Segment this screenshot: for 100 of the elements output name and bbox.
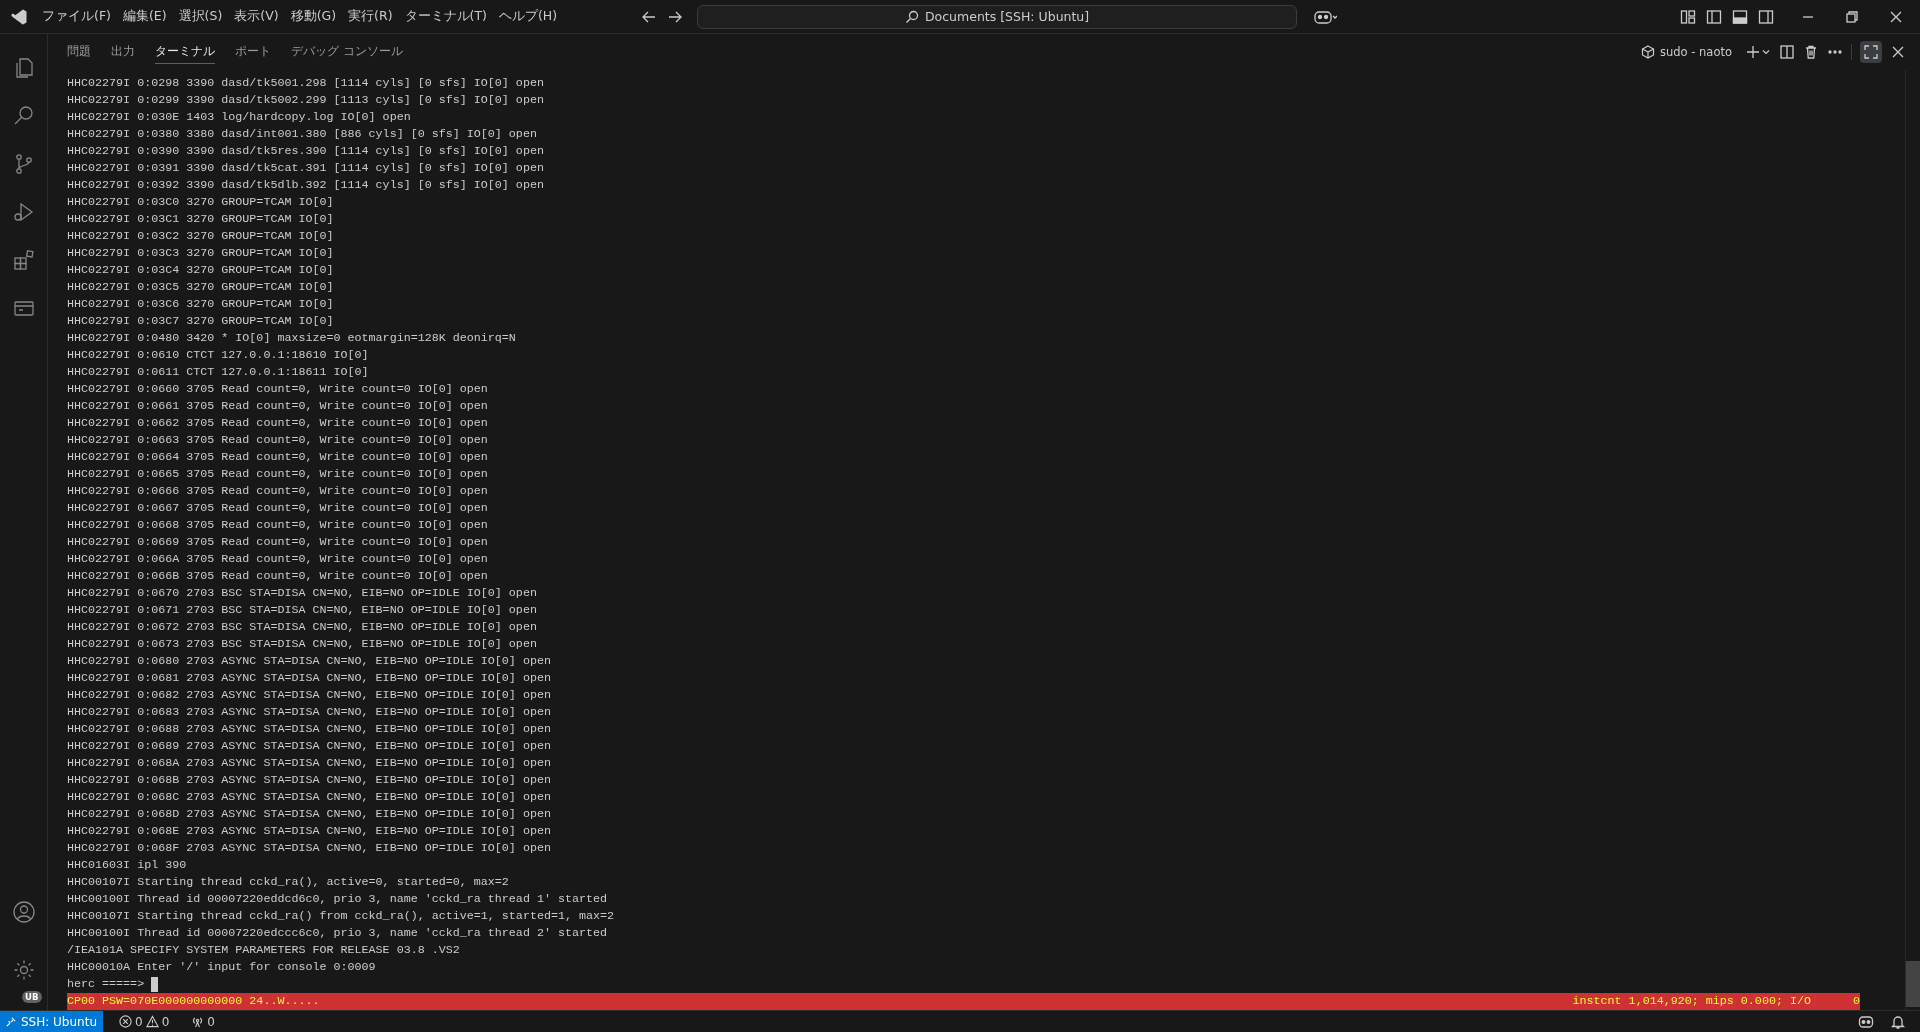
terminal-line: HHC02279I 0:0392 3390 dasd/tk5dlb.392 [1114 cyls] [0 sfs] IO[0] open xyxy=(67,177,545,194)
terminal-line: HHC02279I 0:03C6 3270 GROUP=TCAM IO[0] xyxy=(67,296,335,313)
menu-item[interactable]: ファイル(F) xyxy=(36,4,117,29)
sidebar-toggle-icon[interactable] xyxy=(1706,8,1722,25)
trash-icon[interactable] xyxy=(1803,44,1819,60)
terminal-line: HHC00010A Enter '/' input for console 0:0009 xyxy=(67,959,377,976)
terminal-line: HHC02279I 0:0661 3705 Read count=0, Write count=0 IO[0] open xyxy=(67,398,489,415)
maximize-panel-button[interactable] xyxy=(1860,41,1882,63)
menu-item[interactable]: 編集(E) xyxy=(116,4,173,29)
panel-tab[interactable]: ポート xyxy=(235,40,271,64)
menu-item[interactable]: 選択(S) xyxy=(172,4,229,29)
menu-item[interactable]: ターミナル(T) xyxy=(398,4,493,29)
text-cursor xyxy=(151,977,159,992)
terminal-line: HHC00107I Starting thread cckd_ra(), active=0, started=0, max=2 xyxy=(67,874,510,891)
scrollbar-thumb[interactable] xyxy=(1906,961,1920,1007)
warning-icon xyxy=(145,1015,159,1028)
terminal-line: HHC02279I 0:068F 2703 ASYNC STA=DISA CN=NO, EIB=NO OP=IDLE IO[0] open xyxy=(67,840,552,857)
terminal-line: HHC02279I 0:0665 3705 Read count=0, Write count=0 IO[0] open xyxy=(67,466,489,483)
terminal-line: HHC02279I 0:068E 2703 ASYNC STA=DISA CN=NO, EIB=NO OP=IDLE IO[0] open xyxy=(67,823,552,840)
terminal-line: HHC02279I 0:0672 2703 BSC STA=DISA CN=NO, EIB=NO OP=IDLE IO[0] open xyxy=(67,619,538,636)
error-icon xyxy=(119,1015,132,1028)
antenna-icon xyxy=(191,1015,205,1028)
terminal-line: HHC02279I 0:0682 2703 ASYNC STA=DISA CN=NO, EIB=NO OP=IDLE IO[0] open xyxy=(67,687,552,704)
menu-item[interactable]: 表示(V) xyxy=(228,4,285,29)
copilot-icon[interactable] xyxy=(1313,8,1338,25)
terminal-line: HHC00100I Thread id 00007220eddcd6c0, prio 3, name 'cckd_ra thread 1' started xyxy=(67,891,609,908)
terminal-line: HHC02279I 0:0380 3380 dasd/int001.380 [886 cyls] [0 sfs] IO[0] open xyxy=(67,126,538,143)
close-icon[interactable] xyxy=(1890,44,1906,60)
terminal-line: HHC02279I 0:03C3 3270 GROUP=TCAM IO[0] xyxy=(67,245,335,262)
terminal-line: HHC02279I 0:0660 3705 Read count=0, Write count=0 IO[0] open xyxy=(67,381,489,398)
menu-item[interactable]: 実行(R) xyxy=(342,4,399,29)
bell-icon[interactable] xyxy=(1890,1013,1906,1030)
terminal-line: HHC02279I 0:068A 2703 ASYNC STA=DISA CN=NO, EIB=NO OP=IDLE IO[0] open xyxy=(67,755,552,772)
terminal-line: HHC00107I Starting thread cckd_ra() from cckd_ra(), active=1, started=1, max=2 xyxy=(67,908,616,925)
terminal-line: HHC02279I 0:068C 2703 ASYNC STA=DISA CN=NO, EIB=NO OP=IDLE IO[0] open xyxy=(67,789,552,806)
prompt-text: herc =====> xyxy=(67,976,145,993)
command-center-field[interactable]: Documents [SSH: Ubuntu] xyxy=(697,4,1298,29)
terminal-line: HHC02279I 0:0391 3390 dasd/tk5cat.391 [1114 cyls] [0 sfs] IO[0] open xyxy=(67,160,545,177)
terminal-line: HHC02279I 0:0662 3705 Read count=0, Write count=0 IO[0] open xyxy=(67,415,489,432)
restore-icon[interactable] xyxy=(1844,8,1860,25)
terminal-line: HHC02279I 0:03C0 3270 GROUP=TCAM IO[0] xyxy=(67,194,335,211)
terminal-line: HHC02279I 0:066B 3705 Read count=0, Write count=0 IO[0] open xyxy=(67,568,489,585)
terminal-line: HHC02279I 0:03C1 3270 GROUP=TCAM IO[0] xyxy=(67,211,335,228)
panel-tab[interactable]: デバッグ コンソール xyxy=(291,40,403,64)
extensions-icon[interactable] xyxy=(11,248,36,272)
cube-icon xyxy=(1641,45,1655,59)
instruction-count-text: instcnt 1,014,920; mips 0.000; I/O xyxy=(1572,993,1811,1010)
terminal-line: HHC02279I 0:0669 3705 Read count=0, Write count=0 IO[0] open xyxy=(67,534,489,551)
terminal-line: HHC02279I 0:03C7 3270 GROUP=TCAM IO[0] xyxy=(67,313,335,330)
terminal-line: HHC02279I 0:0688 2703 ASYNC STA=DISA CN=NO, EIB=NO OP=IDLE IO[0] open xyxy=(67,721,552,738)
menu-item[interactable]: 移動(G) xyxy=(284,4,343,29)
panel-tab[interactable]: 問題 xyxy=(67,40,91,64)
terminal-line: HHC02279I 0:030E 1403 log/hardcopy.log IO[0] open xyxy=(67,109,412,126)
terminal-line: HHC02279I 0:03C4 3270 GROUP=TCAM IO[0] xyxy=(67,262,335,279)
terminal-line: HHC02279I 0:0683 2703 ASYNC STA=DISA CN=NO, EIB=NO OP=IDLE IO[0] open xyxy=(67,704,552,721)
io-count-text: 0 xyxy=(1853,993,1860,1010)
remote-button[interactable]: SSH: Ubuntu xyxy=(0,1010,103,1032)
account-badge: UB xyxy=(22,991,42,1003)
terminal-line: HHC02279I 0:0668 3705 Read count=0, Write count=0 IO[0] open xyxy=(67,517,489,534)
problems-button[interactable]: 0 0 xyxy=(113,1013,176,1030)
remote-icon xyxy=(6,1015,16,1028)
panel-tab[interactable]: ターミナル xyxy=(155,40,215,64)
menu-item[interactable]: ヘルプ(H) xyxy=(492,4,564,29)
terminal-line: HHC02279I 0:03C2 3270 GROUP=TCAM IO[0] xyxy=(67,228,335,245)
terminal-line: HHC02279I 0:0390 3390 dasd/tk5res.390 [1114 cyls] [0 sfs] IO[0] open xyxy=(67,143,545,160)
ports-button[interactable]: 0 xyxy=(185,1013,221,1030)
terminal-line: HHC02279I 0:0663 3705 Read count=0, Write count=0 IO[0] open xyxy=(67,432,489,449)
terminal-line: HHC02279I 0:0670 2703 BSC STA=DISA CN=NO, EIB=NO OP=IDLE IO[0] open xyxy=(67,585,538,602)
terminal-line: HHC02279I 0:0681 2703 ASYNC STA=DISA CN=NO, EIB=NO OP=IDLE IO[0] open xyxy=(67,670,552,687)
terminal-selector[interactable]: sudo - naoto xyxy=(1635,44,1738,60)
terminal-line: HHC02279I 0:0610 CTCT 127.0.0.1:18610 IO[0] xyxy=(67,347,370,364)
terminal-line: HHC02279I 0:0664 3705 Read count=0, Write count=0 IO[0] open xyxy=(67,449,489,466)
copilot-icon[interactable] xyxy=(1858,1013,1874,1030)
terminal-line: HHC00100I Thread id 00007220edccc6c0, prio 3, name 'cckd_ra thread 2' started xyxy=(67,925,609,942)
panel-toggle-icon[interactable] xyxy=(1732,8,1748,25)
search-icon xyxy=(904,9,919,24)
terminal-line: HHC02279I 0:0667 3705 Read count=0, Write count=0 IO[0] open xyxy=(67,500,489,517)
caret-icon xyxy=(1761,47,1771,57)
terminal-line: /IEA101A SPECIFY SYSTEM PARAMETERS FOR RELEASE 03.8 .VS2 xyxy=(67,942,461,959)
terminal-line: HHC01603I ipl 390 xyxy=(67,857,188,874)
terminal-line: HHC02279I 0:0673 2703 BSC STA=DISA CN=NO, EIB=NO OP=IDLE IO[0] open xyxy=(67,636,538,653)
terminal-line: HHC02279I 0:066A 3705 Read count=0, Write count=0 IO[0] open xyxy=(67,551,489,568)
new-terminal-button[interactable] xyxy=(1746,45,1771,59)
terminal-line: HHC02279I 0:0689 2703 ASYNC STA=DISA CN=NO, EIB=NO OP=IDLE IO[0] open xyxy=(67,738,552,755)
secondary-sidebar-icon[interactable] xyxy=(1758,8,1774,25)
terminal-line: HHC02279I 0:068B 2703 ASYNC STA=DISA CN=NO, EIB=NO OP=IDLE IO[0] open xyxy=(67,772,552,789)
terminal-line: HHC02279I 0:0671 2703 BSC STA=DISA CN=NO, EIB=NO OP=IDLE IO[0] open xyxy=(67,602,538,619)
layout-icon[interactable] xyxy=(1680,8,1696,25)
account-icon[interactable] xyxy=(11,900,36,924)
terminal-line: HHC02279I 0:0611 CTCT 127.0.0.1:18611 IO[0] xyxy=(67,364,370,381)
terminal-line: HHC02279I 0:0298 3390 dasd/tk5001.298 [1114 cyls] [0 sfs] IO[0] open xyxy=(67,75,545,92)
terminal-line: HHC02279I 0:0299 3390 dasd/tk5002.299 [1113 cyls] [0 sfs] IO[0] open xyxy=(67,92,545,109)
plus-icon xyxy=(1746,45,1760,59)
terminal-line: HHC02279I 0:0666 3705 Read count=0, Write count=0 IO[0] open xyxy=(67,483,489,500)
panel-tab[interactable]: 出力 xyxy=(111,40,135,64)
psw-text: CP00 PSW=070E000000000000 24..W..... xyxy=(67,993,320,1010)
split-terminal-icon[interactable] xyxy=(1779,44,1795,60)
terminal-line: HHC02279I 0:0680 2703 ASYNC STA=DISA CN=NO, EIB=NO OP=IDLE IO[0] open xyxy=(67,653,552,670)
terminal-line: HHC02279I 0:03C5 3270 GROUP=TCAM IO[0] xyxy=(67,279,335,296)
terminal-line: HHC02279I 0:068D 2703 ASYNC STA=DISA CN=NO, EIB=NO OP=IDLE IO[0] open xyxy=(67,806,552,823)
